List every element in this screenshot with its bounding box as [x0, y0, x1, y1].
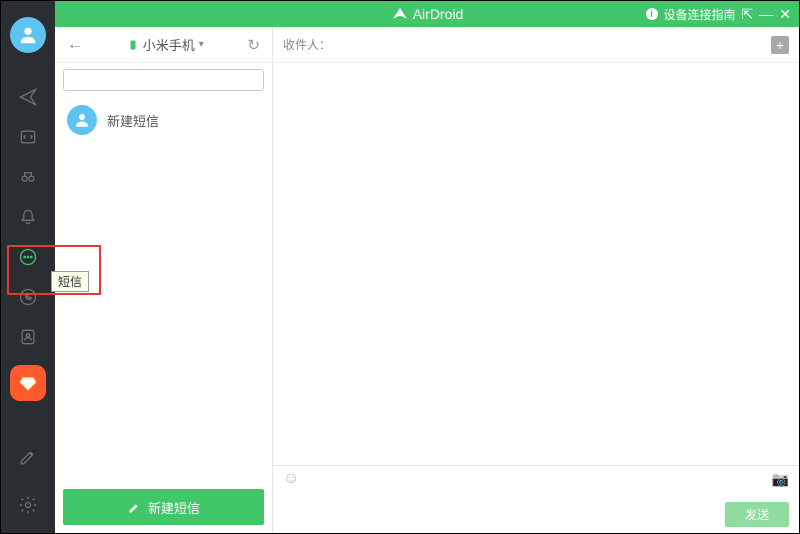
emoji-icon[interactable]: ☺	[283, 470, 299, 488]
compose-button[interactable]: 新建短信	[63, 489, 264, 525]
recipient-row: 收件人： +	[273, 27, 799, 63]
compose-button-label: 新建短信	[148, 498, 200, 517]
user-avatar[interactable]	[10, 17, 46, 53]
compose-toolbar: ☺ 📷	[273, 466, 799, 488]
send-button[interactable]: 发送	[725, 502, 789, 527]
transfer-icon[interactable]	[1, 117, 55, 157]
send-icon[interactable]	[1, 77, 55, 117]
camera-icon[interactable]: 📷	[772, 471, 789, 488]
chevron-down-icon: ▾	[199, 39, 204, 50]
binoculars-icon[interactable]	[1, 157, 55, 197]
compose-input[interactable]	[273, 488, 799, 502]
search-input[interactable]	[63, 69, 264, 91]
sidebar	[1, 1, 55, 533]
settings-icon[interactable]	[1, 485, 55, 525]
device-selector[interactable]: 小米手机 ▾	[91, 35, 239, 54]
list-header: ← 小米手机 ▾ ↻	[55, 27, 272, 63]
message-history	[273, 63, 799, 465]
edit-icon[interactable]	[1, 437, 55, 477]
recipient-label: 收件人：	[283, 36, 331, 53]
recipient-input[interactable]	[339, 38, 763, 52]
premium-icon[interactable]	[10, 365, 46, 401]
search-row: ⌕	[55, 63, 272, 95]
main-area: AirDroid i 设备连接指南 ⇱ — ✕ ← 小米手机 ▾	[55, 1, 799, 533]
thread-list: 新建短信	[55, 95, 272, 489]
content-area: ← 小米手机 ▾ ↻ ⌕	[55, 27, 799, 533]
app-logo: AirDroid	[391, 5, 464, 23]
titlebar-controls: i 设备连接指南 ⇱ — ✕	[646, 6, 791, 23]
add-recipient-button[interactable]: +	[771, 36, 789, 54]
close-button[interactable]: ✕	[779, 6, 791, 23]
refresh-button[interactable]: ↻	[247, 36, 260, 54]
contacts-icon[interactable]	[1, 317, 55, 357]
message-panel: 收件人： + ☺ 📷 发送	[273, 27, 799, 533]
pin-icon[interactable]: ⇱	[742, 6, 754, 23]
sms-tooltip: 短信	[51, 271, 89, 292]
thread-item-new[interactable]: 新建短信	[55, 95, 272, 145]
bell-icon[interactable]	[1, 197, 55, 237]
sms-icon[interactable]	[1, 237, 55, 277]
phone-icon[interactable]	[1, 277, 55, 317]
thread-avatar-icon	[67, 105, 97, 135]
thread-label: 新建短信	[107, 111, 159, 130]
app-name: AirDroid	[413, 6, 464, 22]
back-button[interactable]: ←	[67, 36, 83, 54]
minimize-button[interactable]: —	[759, 6, 773, 22]
titlebar: AirDroid i 设备连接指南 ⇱ — ✕	[55, 1, 799, 27]
app-window: 短信 AirDroid i 设备连接指南 ⇱ — ✕ ←	[0, 0, 800, 534]
device-name: 小米手机	[143, 35, 195, 54]
info-icon: i	[646, 8, 658, 20]
compose-area: ☺ 📷 发送	[273, 465, 799, 533]
connect-guide-link[interactable]: 设备连接指南	[664, 6, 736, 23]
